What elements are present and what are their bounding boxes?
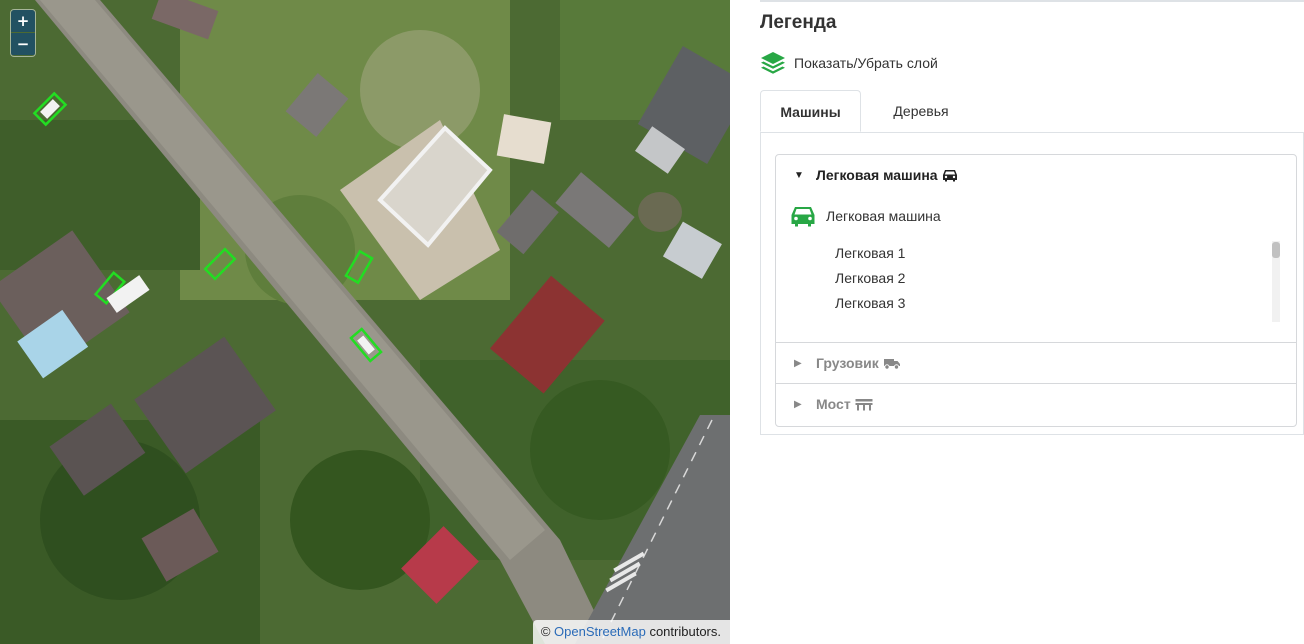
caret-down-icon: ▼ [794, 169, 804, 181]
tab-content-cars: ▼ Легковая машина Легковая машина Легков… [760, 132, 1304, 435]
legend-title: Легенда [760, 12, 837, 33]
caret-right-icon: ▶ [794, 357, 802, 369]
openstreetmap-link[interactable]: OpenStreetMap [554, 624, 646, 639]
zoom-in-button[interactable]: + [11, 10, 35, 32]
truck-icon [883, 357, 901, 370]
section-header-truck[interactable]: ▶ Грузовик [776, 343, 1296, 383]
car-icon [942, 169, 958, 182]
class-row-car[interactable]: Легковая машина [790, 203, 941, 229]
attribution-suffix: contributors. [649, 624, 721, 639]
class-label-car: Легковая машина [826, 208, 941, 224]
car-icon [791, 207, 815, 227]
tab-cars[interactable]: Машины [760, 90, 861, 132]
panel-divider [760, 0, 1304, 2]
bridge-icon [855, 398, 873, 411]
section-header-bridge[interactable]: ▶ Мост [776, 384, 1296, 424]
caret-right-icon: ▶ [794, 398, 802, 410]
zoom-control: + − [11, 10, 35, 56]
map-attribution: © OpenStreetMap contributors. [532, 620, 730, 644]
layer-toggle[interactable]: Показать/Убрать слой [760, 49, 938, 77]
class-accordion: ▼ Легковая машина Легковая машина Легков… [775, 154, 1297, 427]
legend-panel: Легенда Показать/Убрать слой Машины Дере… [730, 0, 1304, 644]
aerial-imagery [0, 0, 730, 644]
legend-tabs: Машины Деревья [760, 90, 1304, 133]
list-item[interactable]: Легковая 3 [776, 291, 1270, 316]
section-header-car[interactable]: ▼ Легковая машина [776, 155, 1296, 195]
attribution-prefix: © [540, 624, 551, 639]
list-item[interactable]: Легковая 2 [776, 266, 1270, 291]
layers-icon [761, 52, 785, 74]
zoom-out-button[interactable]: − [11, 33, 35, 55]
section-title-truck: Грузовик [816, 355, 879, 371]
section-title-car: Легковая машина [816, 167, 938, 183]
tab-trees[interactable]: Деревья [870, 90, 972, 132]
section-title-bridge: Мост [816, 396, 851, 412]
map-view[interactable]: + − © OpenStreetMap contributors. [0, 0, 730, 644]
section-body-car: Легковая машина Легковая 1 Легковая 2 Ле… [776, 195, 1296, 342]
car-item-list[interactable]: Легковая 1 Легковая 2 Легковая 3 [776, 241, 1270, 321]
layer-toggle-label: Показать/Убрать слой [794, 55, 938, 71]
scrollbar-thumb[interactable] [1272, 242, 1280, 258]
list-item[interactable]: Легковая 1 [776, 241, 1270, 266]
